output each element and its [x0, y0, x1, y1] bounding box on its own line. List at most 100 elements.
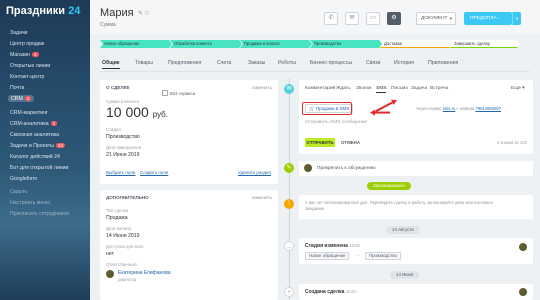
tab-invoices[interactable]: Счета: [217, 60, 231, 66]
stage-processing[interactable]: Обработка клиента: [170, 40, 242, 48]
stage-label: Стадия: [106, 127, 121, 132]
mail-icon[interactable]: ✉: [345, 12, 359, 25]
tab-robots[interactable]: Роботы: [278, 60, 296, 66]
document-button[interactable]: ДОКУМЕНТ ▾: [416, 12, 456, 25]
stage-complete[interactable]: Завершить сделку: [450, 40, 520, 48]
select-field-link[interactable]: Выбрать поле: [106, 170, 135, 175]
stage-new[interactable]: Новое обращение: [100, 40, 172, 48]
sms-message-input[interactable]: Отправить SMS сообщение: [305, 120, 367, 125]
cancel-button[interactable]: ОТМЕНА: [341, 138, 360, 147]
chevron-down-icon: ▾: [449, 16, 452, 21]
sidebar-item-crm-analytics[interactable]: CRM-аналитика 1: [10, 121, 58, 127]
sidebar-item-contact-center[interactable]: Контакт-центр: [10, 74, 44, 80]
about-deal-card: О СДЕЛКЕ изменить В24 сервиса Сумма и ва…: [100, 80, 278, 184]
avatar: [304, 164, 312, 172]
composer-tab-comment[interactable]: Комментарий: [305, 86, 335, 91]
page-header: Мария ✎ ☆ Сумма ✆ ✉ ▭ ⚙ ДОКУМЕНТ ▾ ПРЕДОП…: [90, 0, 540, 34]
sidebar-item-open-lines[interactable]: Открытые линии: [10, 63, 50, 69]
sidebar-item-mail[interactable]: Почта: [10, 85, 24, 91]
stage-delivery[interactable]: Доставка: [380, 40, 452, 48]
stage-production[interactable]: Производство: [310, 40, 382, 48]
sidebar-item-crm[interactable]: CRM 1: [8, 95, 35, 102]
edit-pencil-icon[interactable]: ✎: [138, 10, 143, 17]
stage-value: Производство: [106, 134, 140, 140]
chat-icon[interactable]: ▭: [366, 12, 380, 25]
sidebar-item-googleform[interactable]: Googleform: [10, 176, 37, 182]
sidebar-invite-users[interactable]: Пригласить сотрудников: [10, 211, 69, 217]
tab-links[interactable]: Связи: [366, 60, 381, 66]
gear-icon[interactable]: ⚙: [387, 12, 401, 25]
tab-offers[interactable]: Предложения: [168, 60, 201, 66]
available-value: нет: [106, 251, 114, 257]
sidebar-item-sales-center[interactable]: Центр продаж: [10, 41, 44, 47]
stage-sale[interactable]: Продажа и оплата: [240, 40, 312, 48]
available-label: Доступна для всех: [106, 244, 144, 249]
phone-icon[interactable]: ✆: [324, 12, 338, 25]
edit-link[interactable]: изменить: [252, 195, 272, 200]
info-icon: !: [284, 199, 294, 209]
provider-link[interactable]: sms.ru: [443, 106, 456, 111]
sidebar: Праздники 24 Задачи Центр продаж Магазин…: [0, 0, 90, 300]
annotation-arrow: [372, 112, 390, 114]
from-stage-chip: Новое обращение: [305, 252, 350, 260]
card-heading: ДОПОЛНИТЕЛЬНО: [106, 195, 149, 200]
delete-section-link[interactable]: Удалить раздел: [238, 170, 271, 175]
edit-link[interactable]: изменить: [252, 85, 272, 90]
composer-tab-wait[interactable]: Ждать: [336, 86, 351, 91]
planned-card: У вас нет запланированных дел. Переведит…: [299, 195, 533, 219]
composer-tab-meeting[interactable]: Встреча: [430, 86, 448, 91]
tab-divider: [100, 71, 530, 72]
created-icon: +: [284, 287, 294, 297]
sidebar-item-crm-marketing[interactable]: CRM-маркетинг: [10, 110, 48, 116]
composer-tab-more[interactable]: Ещё ▾: [511, 86, 525, 91]
brand-logo[interactable]: Праздники 24: [6, 5, 80, 17]
star-icon[interactable]: ☆: [144, 9, 150, 17]
tab-general[interactable]: Общие: [102, 60, 120, 69]
stage-bar: Новое обращение Обработка клиента Продаж…: [100, 40, 505, 48]
sidebar-badge: 1: [32, 52, 39, 57]
page-title: Мария: [100, 7, 134, 19]
responsible-role: директор: [118, 277, 137, 282]
stage-changed-card: Стадия изменена 10:06 Новое обращение → …: [299, 238, 533, 264]
start-label: Дата начала: [106, 226, 131, 231]
sidebar-item-analytics[interactable]: Сквозная аналитика: [10, 132, 59, 138]
sidebar-configure-menu[interactable]: Настроить меню: [10, 200, 50, 206]
sidebar-item-shop[interactable]: Магазин 1: [10, 52, 39, 58]
sidebar-item-tasks[interactable]: Задачи: [10, 30, 27, 36]
main-area: Мария ✎ ☆ Сумма ✆ ✉ ▭ ⚙ ДОКУМЕНТ ▾ ПРЕДОП…: [90, 0, 540, 300]
predoplata-button[interactable]: ПРЕДОПЛА...: [464, 12, 512, 25]
tab-history[interactable]: История: [394, 60, 414, 66]
composer-tab-task[interactable]: Задача: [411, 86, 427, 91]
type-label: Тип сделки: [106, 208, 129, 213]
comment-icon: ✎: [284, 163, 294, 173]
sms-icon: ✉: [284, 84, 294, 94]
sidebar-hide-link[interactable]: Скрыть: [10, 189, 28, 195]
sidebar-item-actions-catalog[interactable]: Каталог действий 24: [10, 154, 60, 160]
composer-tab-call[interactable]: Звонок: [356, 86, 371, 91]
send-button[interactable]: ОТПРАВИТЬ: [305, 138, 335, 147]
tab-orders[interactable]: Заказы: [248, 60, 265, 66]
chevron-down-icon[interactable]: ▾: [512, 12, 521, 25]
create-field-link[interactable]: Создать поле: [140, 170, 168, 175]
avatar[interactable]: [519, 288, 527, 296]
arrow-right-icon: →: [355, 252, 360, 258]
number-link[interactable]: 79014583097: [475, 106, 501, 111]
discussion-text: Прикрепить к обсуждению: [317, 166, 376, 171]
composer-tab-email[interactable]: Письмо: [391, 86, 408, 91]
sidebar-item-tasks-projects[interactable]: Задачи и Проекты 24: [10, 143, 66, 149]
tab-apps[interactable]: Приложения: [428, 60, 458, 66]
b24-services-checkbox[interactable]: В24 сервиса: [162, 90, 195, 96]
to-stage-chip: Производство: [365, 252, 402, 260]
responsible-name[interactable]: Екатерина Епифанова: [118, 270, 170, 276]
created-card: Создана сделка 10:01: [299, 284, 533, 300]
sidebar-badge: 1: [24, 95, 32, 101]
tab-business-processes[interactable]: Бизнес-процессы: [310, 60, 352, 66]
sidebar-item-bot[interactable]: Бот для открытой линии: [10, 165, 68, 171]
avatar[interactable]: [519, 243, 527, 251]
avatar[interactable]: [106, 270, 114, 278]
sidebar-badge: 24: [56, 143, 66, 148]
tab-products[interactable]: Товары: [135, 60, 153, 66]
planned-text: У вас нет запланированных дел. Переведит…: [305, 200, 494, 211]
discussion-card[interactable]: Прикрепить к обсуждению: [299, 161, 533, 176]
composer-tab-sms[interactable]: SMS: [376, 86, 387, 93]
